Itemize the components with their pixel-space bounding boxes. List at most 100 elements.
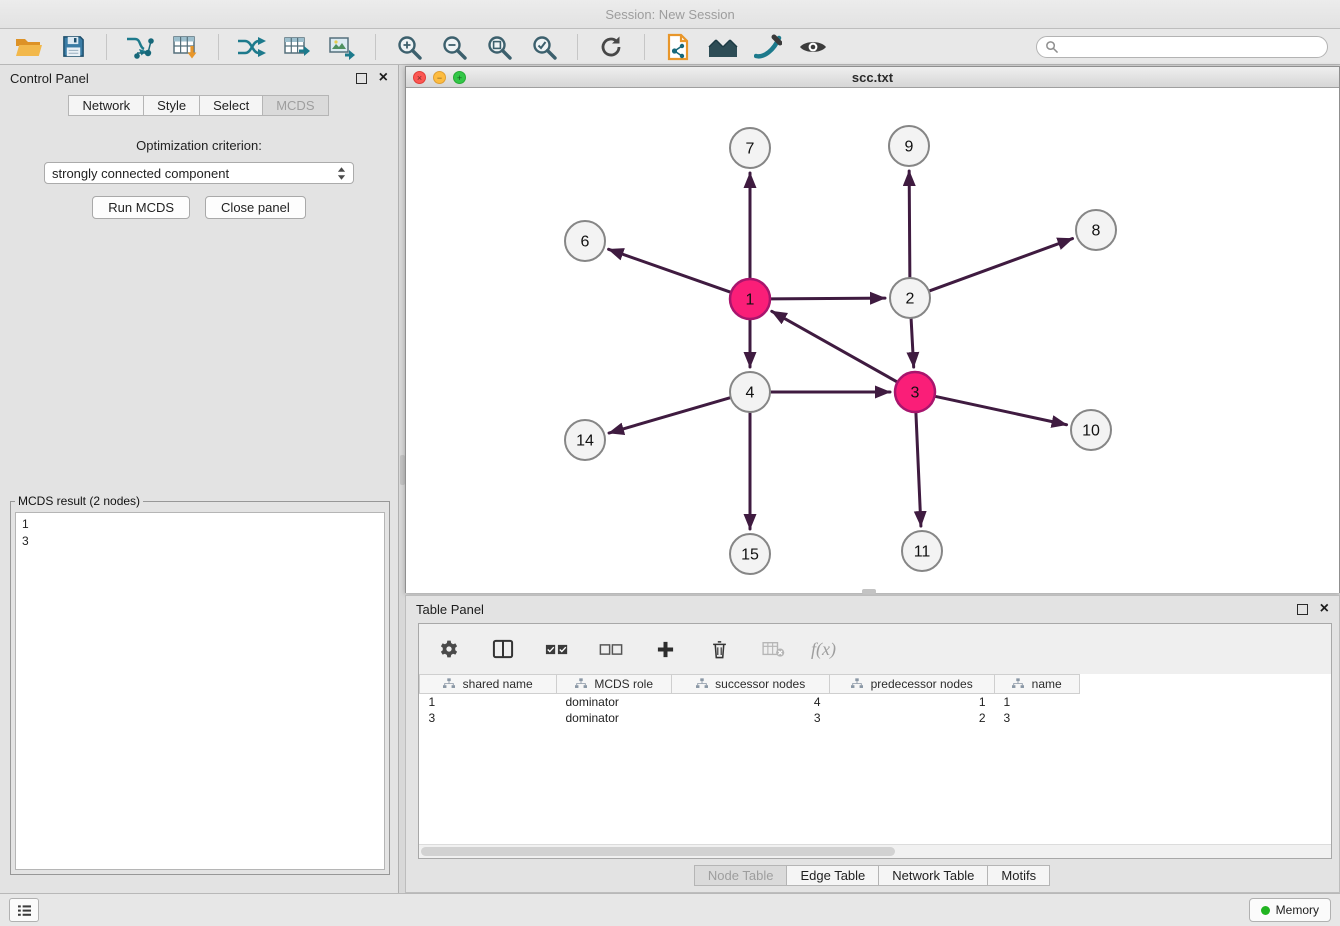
graph-node-1[interactable]: 1 xyxy=(730,279,770,319)
tab-style[interactable]: Style xyxy=(143,95,200,116)
graph-edge-2-8[interactable] xyxy=(930,239,1073,291)
delete-column-button[interactable] xyxy=(703,634,735,664)
table-panel-inner: f(x) shared name MCDS role successor nod… xyxy=(418,623,1332,859)
svg-text:8: 8 xyxy=(1092,223,1101,240)
tab-motifs[interactable]: Motifs xyxy=(987,865,1050,886)
run-mcds-button[interactable]: Run MCDS xyxy=(92,196,190,219)
status-bar: Memory xyxy=(0,893,1340,926)
table-hscrollbar-thumb[interactable] xyxy=(421,847,895,856)
table-panel-tabs: Node Table Edge Table Network Table Moti… xyxy=(406,865,1339,886)
export-table-button[interactable] xyxy=(281,32,313,62)
search-icon xyxy=(1045,40,1058,53)
trash-icon xyxy=(711,639,728,660)
new-network-button[interactable] xyxy=(236,32,268,62)
tab-network[interactable]: Network xyxy=(68,95,144,116)
tab-node-table[interactable]: Node Table xyxy=(694,865,788,886)
graph-node-9[interactable]: 9 xyxy=(889,126,929,166)
mcds-result-title: MCDS result (2 nodes) xyxy=(15,494,143,508)
float-panel-icon[interactable] xyxy=(356,73,367,84)
tab-edge-table[interactable]: Edge Table xyxy=(786,865,879,886)
eye-icon xyxy=(798,37,828,57)
tab-network-table[interactable]: Network Table xyxy=(878,865,988,886)
close-panel-button[interactable]: Close panel xyxy=(205,196,306,219)
show-hide-button[interactable] xyxy=(797,32,829,62)
import-table-icon xyxy=(171,34,199,60)
graph-node-10[interactable]: 10 xyxy=(1071,410,1111,450)
column-sort-icon xyxy=(696,678,708,689)
apply-layout-button[interactable] xyxy=(595,32,627,62)
svg-text:2: 2 xyxy=(906,291,915,308)
table-cell: 1 xyxy=(420,694,557,711)
column-header-name[interactable]: name xyxy=(995,675,1080,694)
node-table-row[interactable]: 3dominator323 xyxy=(420,710,1080,726)
function-builder-button[interactable]: f(x) xyxy=(811,639,836,660)
add-column-button[interactable] xyxy=(649,634,681,664)
graph-svg[interactable]: 7 9 6 8 1 2 4 3 14 10 15 11 xyxy=(406,88,1339,593)
graph-node-11[interactable]: 11 xyxy=(902,531,942,571)
export-image-button[interactable] xyxy=(326,32,358,62)
memory-button[interactable]: Memory xyxy=(1249,898,1331,922)
graph-edge-3-1[interactable] xyxy=(772,311,897,381)
graph-node-15[interactable]: 15 xyxy=(730,534,770,574)
graph-node-2[interactable]: 2 xyxy=(890,278,930,318)
panel-selector-button[interactable] xyxy=(9,898,39,922)
zoom-selected-button[interactable] xyxy=(528,32,560,62)
delete-table-icon xyxy=(761,640,785,658)
node-table: shared name MCDS role successor nodes pr… xyxy=(419,674,1080,726)
select-all-rows-button[interactable] xyxy=(541,634,573,664)
mcds-result-text: 1 3 xyxy=(15,512,385,870)
tab-mcds[interactable]: MCDS xyxy=(262,95,328,116)
column-header-mcds-role[interactable]: MCDS role xyxy=(557,675,672,694)
import-network-file-button[interactable] xyxy=(124,32,156,62)
graph-node-7[interactable]: 7 xyxy=(730,128,770,168)
network-window: scc.txt × − + 7968124314101511 xyxy=(405,66,1340,593)
delete-table-button[interactable] xyxy=(757,634,789,664)
save-session-button[interactable] xyxy=(57,32,89,62)
table-hscrollbar[interactable] xyxy=(419,844,1331,858)
zoom-out-icon xyxy=(441,34,467,60)
toolbar-separator xyxy=(644,34,645,60)
graph-edge-1-2[interactable] xyxy=(771,298,885,299)
first-neighbors-button[interactable] xyxy=(707,32,739,62)
graph-node-4[interactable]: 4 xyxy=(730,372,770,412)
graph-node-3[interactable]: 3 xyxy=(895,372,935,412)
graph-edge-3-10[interactable] xyxy=(936,396,1067,424)
column-layout-button[interactable] xyxy=(487,634,519,664)
dropdown-stepper-icon xyxy=(337,166,346,181)
graph-edge-2-9[interactable] xyxy=(909,171,910,277)
table-settings-button[interactable] xyxy=(433,634,465,664)
close-table-panel-icon[interactable]: × xyxy=(1320,601,1329,617)
column-header-successor-nodes[interactable]: successor nodes xyxy=(672,675,830,694)
window-title: Session: New Session xyxy=(605,7,734,22)
close-control-panel-icon[interactable]: × xyxy=(379,70,388,86)
network-canvas[interactable]: 7 9 6 8 1 2 4 3 14 10 15 11 xyxy=(406,88,1339,593)
criterion-dropdown[interactable]: strongly connected component xyxy=(44,162,354,184)
graph-edge-2-3[interactable] xyxy=(911,319,914,367)
open-session-button[interactable] xyxy=(12,32,44,62)
graph-edge-1-6[interactable] xyxy=(609,249,731,292)
apply-style-button[interactable] xyxy=(752,32,784,62)
zoom-in-icon xyxy=(396,34,422,60)
graph-node-14[interactable]: 14 xyxy=(565,420,605,460)
zoom-fit-button[interactable] xyxy=(483,32,515,62)
node-table-row[interactable]: 1dominator411 xyxy=(420,694,1080,711)
import-table-file-button[interactable] xyxy=(169,32,201,62)
column-header-predecessor-nodes[interactable]: predecessor nodes xyxy=(830,675,995,694)
columns-icon xyxy=(492,639,514,659)
column-header-shared-name[interactable]: shared name xyxy=(420,675,557,694)
houses-icon xyxy=(707,35,739,59)
deselect-all-rows-button[interactable] xyxy=(595,634,627,664)
window-splitter-handle[interactable] xyxy=(862,589,876,594)
float-table-panel-icon[interactable] xyxy=(1297,604,1308,615)
control-panel: Control Panel × Network Style Select MCD… xyxy=(0,65,399,893)
tab-select[interactable]: Select xyxy=(199,95,263,116)
graph-edge-3-11[interactable] xyxy=(916,413,921,526)
graph-node-6[interactable]: 6 xyxy=(565,221,605,261)
search-input[interactable] xyxy=(1063,39,1319,55)
graph-node-8[interactable]: 8 xyxy=(1076,210,1116,250)
search-box[interactable] xyxy=(1036,36,1328,58)
zoom-in-button[interactable] xyxy=(393,32,425,62)
zoom-out-button[interactable] xyxy=(438,32,470,62)
network-from-selection-button[interactable] xyxy=(662,32,694,62)
graph-edge-4-14[interactable] xyxy=(609,398,730,433)
